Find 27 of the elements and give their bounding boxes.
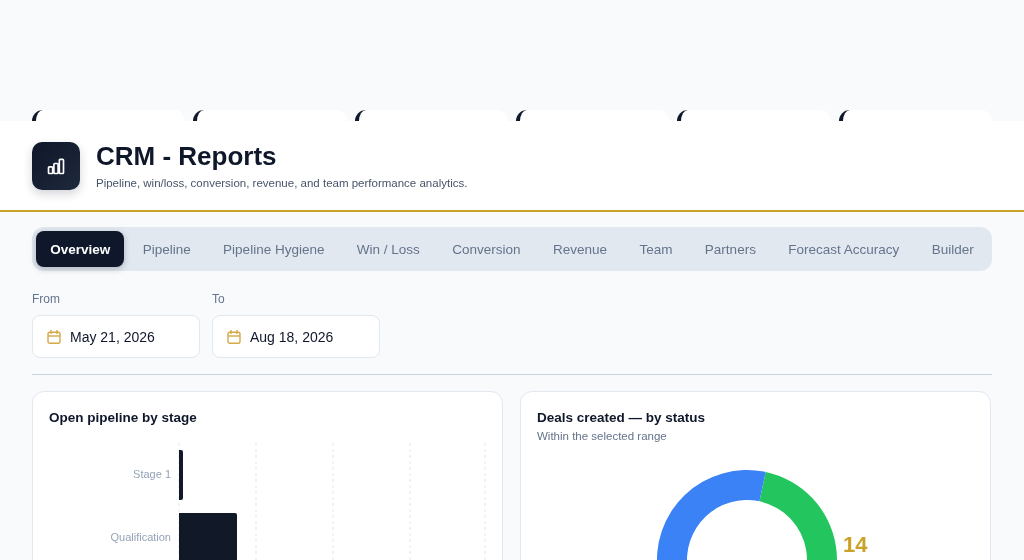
tab[interactable]: Overview	[36, 231, 125, 267]
tab[interactable]: Win / Loss	[342, 231, 435, 267]
date-field[interactable]: May 21, 2026	[32, 315, 200, 358]
stage-label: Stage 1	[133, 467, 171, 480]
tab[interactable]: Team	[625, 231, 687, 267]
date-field[interactable]: Aug 18, 2026	[212, 315, 380, 358]
card-title: Open pipeline by stage	[49, 409, 197, 427]
tab[interactable]: Pipeline Hygiene	[208, 231, 339, 267]
field-label: From	[32, 292, 60, 307]
tab[interactable]: Partners	[690, 231, 771, 267]
pipeline-bar	[179, 513, 237, 560]
calendar-icon	[47, 329, 61, 344]
page-title: CRM - Reports	[96, 141, 278, 171]
tab[interactable]: Forecast Accuracy	[774, 231, 914, 267]
tab[interactable]: Revenue	[538, 231, 622, 267]
tab[interactable]: Conversion	[438, 231, 535, 267]
card-title: Deals created — by status	[537, 409, 706, 427]
tab[interactable]: Pipeline	[128, 231, 205, 267]
page-subtitle: Pipeline, win/loss, conversion, revenue, and team performance analytics.	[96, 176, 468, 190]
tab[interactable]: Builder	[917, 231, 988, 267]
stage-label: Qualification	[110, 530, 171, 543]
slice-value-label: 14	[843, 532, 868, 557]
calendar-icon	[227, 329, 241, 344]
field-label: To	[212, 292, 225, 307]
bar-chart-icon	[32, 141, 80, 190]
card-subtitle: Within the selected range	[537, 429, 667, 444]
pipeline-bar	[179, 450, 183, 500]
